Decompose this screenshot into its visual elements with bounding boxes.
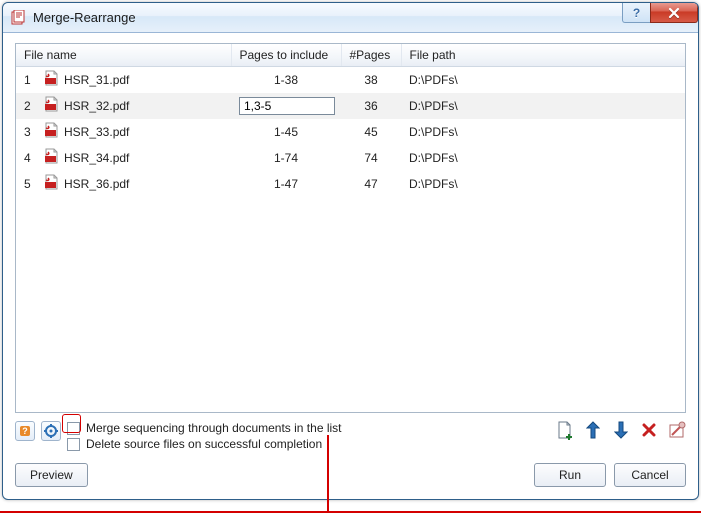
file-name-cell: HSR_33.pdf — [56, 119, 231, 145]
add-file-icon[interactable] — [556, 421, 574, 439]
pages-to-include-cell: 1-74 — [274, 151, 298, 165]
npages-cell: 45 — [341, 119, 401, 145]
app-icon — [11, 10, 27, 26]
pdf-icon — [36, 93, 56, 119]
file-path-cell: D:\PDFs\ — [401, 171, 685, 197]
help-button[interactable]: ? — [622, 3, 650, 23]
pages-to-include-input[interactable] — [239, 97, 335, 115]
delete-src-checkbox[interactable] — [67, 438, 80, 451]
help-small-button[interactable]: ? — [15, 421, 35, 441]
table-row[interactable]: 5 HSR_36.pdf 1-47 47D:\PDFs\ — [16, 171, 685, 197]
npages-cell: 36 — [341, 93, 401, 119]
window-title: Merge-Rearrange — [33, 10, 622, 25]
row-index: 4 — [16, 145, 36, 171]
file-path-cell: D:\PDFs\ — [401, 119, 685, 145]
npages-cell: 74 — [341, 145, 401, 171]
pages-to-include-cell: 1-38 — [274, 73, 298, 87]
pdf-icon — [36, 67, 56, 93]
merge-seq-checkbox[interactable] — [67, 422, 80, 435]
row-index: 3 — [16, 119, 36, 145]
npages-cell: 47 — [341, 171, 401, 197]
col-filepath[interactable]: File path — [401, 44, 685, 67]
file-path-cell: D:\PDFs\ — [401, 67, 685, 93]
merge-rearrange-dialog: Merge-Rearrange ? File name Pages to inc… — [2, 2, 699, 500]
file-table-wrap: File name Pages to include #Pages File p… — [15, 43, 686, 413]
remove-icon[interactable] — [640, 421, 658, 439]
client-area: File name Pages to include #Pages File p… — [3, 33, 698, 499]
close-button[interactable] — [650, 3, 698, 23]
options-row: ? Merge sequencing through documents in … — [15, 421, 686, 451]
file-path-cell: D:\PDFs\ — [401, 93, 685, 119]
col-pages-to-include[interactable]: Pages to include — [231, 44, 341, 67]
table-row[interactable]: 1 HSR_31.pdf 1-38 38D:\PDFs\ — [16, 67, 685, 93]
pdf-icon — [36, 119, 56, 145]
clear-list-icon[interactable] — [668, 421, 686, 439]
row-index: 5 — [16, 171, 36, 197]
file-table[interactable]: File name Pages to include #Pages File p… — [16, 44, 685, 197]
arrow-down-icon[interactable] — [612, 421, 630, 439]
file-name-cell: HSR_36.pdf — [56, 171, 231, 197]
callout-line-v — [327, 435, 329, 513]
file-path-cell: D:\PDFs\ — [401, 145, 685, 171]
svg-text:?: ? — [22, 426, 28, 436]
row-index: 2 — [16, 93, 36, 119]
table-row[interactable]: 4 HSR_34.pdf 1-74 74D:\PDFs\ — [16, 145, 685, 171]
list-toolbar — [556, 421, 686, 439]
delete-src-label: Delete source files on successful comple… — [86, 437, 322, 451]
pdf-icon — [36, 145, 56, 171]
bottom-bar: Preview Run Cancel — [15, 463, 686, 487]
npages-cell: 38 — [341, 67, 401, 93]
cancel-button[interactable]: Cancel — [614, 463, 686, 487]
titlebar: Merge-Rearrange ? — [3, 3, 698, 33]
arrow-up-icon[interactable] — [584, 421, 602, 439]
col-filename[interactable]: File name — [16, 44, 231, 67]
file-name-cell: HSR_34.pdf — [56, 145, 231, 171]
pdf-icon — [36, 171, 56, 197]
file-name-cell: HSR_31.pdf — [56, 67, 231, 93]
file-name-cell: HSR_32.pdf — [56, 93, 231, 119]
pages-to-include-cell: 1-47 — [274, 177, 298, 191]
run-button[interactable]: Run — [534, 463, 606, 487]
options-button[interactable] — [41, 421, 61, 441]
table-row[interactable]: 2 HSR_32.pdf 36D:\PDFs\ — [16, 93, 685, 119]
pages-to-include-cell: 1-45 — [274, 125, 298, 139]
merge-seq-label: Merge sequencing through documents in th… — [86, 421, 342, 435]
col-npages[interactable]: #Pages — [341, 44, 401, 67]
table-row[interactable]: 3 HSR_33.pdf 1-45 45D:\PDFs\ — [16, 119, 685, 145]
preview-button[interactable]: Preview — [15, 463, 88, 487]
row-index: 1 — [16, 67, 36, 93]
